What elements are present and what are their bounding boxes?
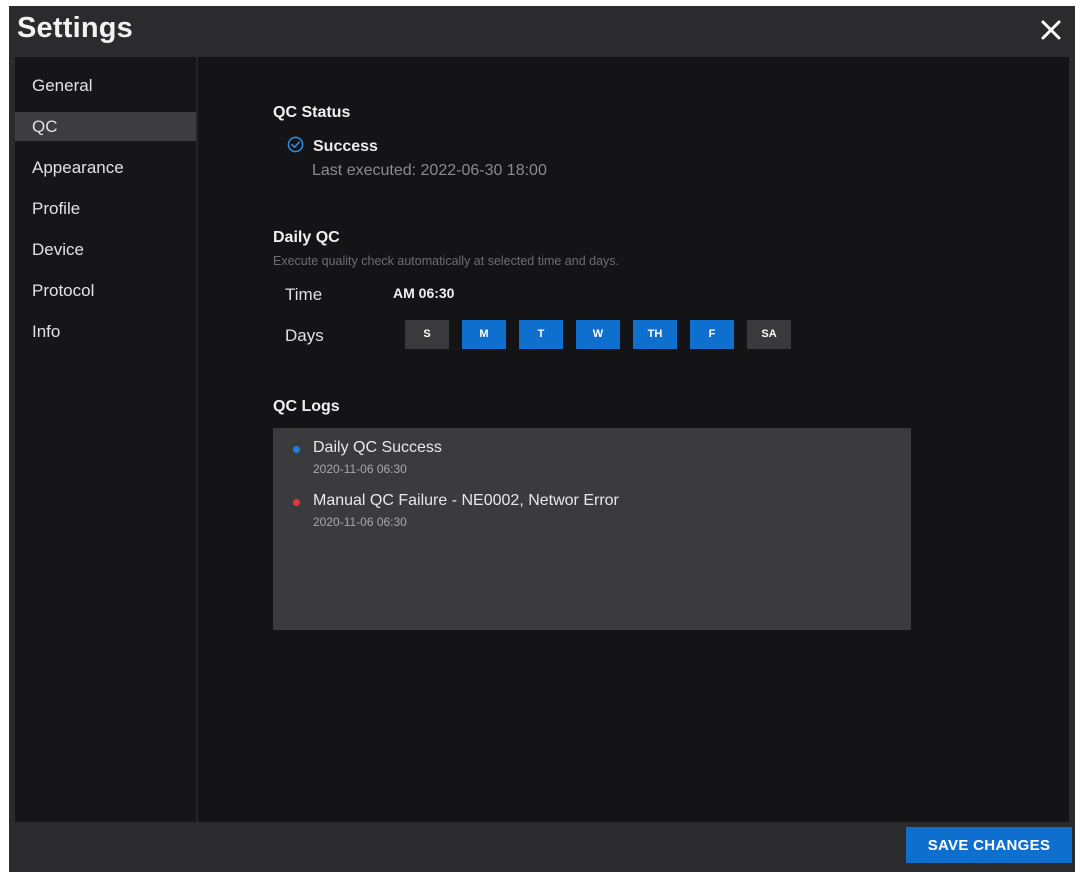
settings-dialog: Settings General QC Appearance Profile D… <box>9 6 1075 872</box>
qc-status-value: Success <box>313 138 378 155</box>
last-executed-text: Last executed: 2022-06-30 18:00 <box>312 162 547 179</box>
dialog-body: General QC Appearance Profile Device Pro… <box>15 57 1069 822</box>
day-toggle-wednesday[interactable]: W <box>576 320 620 349</box>
day-toggle-thursday[interactable]: TH <box>633 320 677 349</box>
qc-logs-heading: QC Logs <box>273 398 340 415</box>
log-message: Daily QC Success <box>313 439 442 456</box>
days-label: Days <box>285 326 324 345</box>
settings-sidebar: General QC Appearance Profile Device Pro… <box>15 57 198 822</box>
day-toggle-friday[interactable]: F <box>690 320 734 349</box>
save-changes-button[interactable]: SAVE CHANGES <box>906 827 1072 863</box>
close-icon[interactable] <box>1037 16 1065 44</box>
dialog-title: Settings <box>17 12 133 44</box>
daily-qc-hint: Execute quality check automatically at s… <box>273 254 620 268</box>
check-circle-icon <box>287 136 304 158</box>
qc-logs-list[interactable]: Daily QC Success 2020-11-06 06:30 Manual… <box>273 428 911 630</box>
daily-qc-heading: Daily QC <box>273 229 340 246</box>
sidebar-item-protocol[interactable]: Protocol <box>15 276 196 305</box>
day-toggle-saturday[interactable]: SA <box>747 320 791 349</box>
log-timestamp: 2020-11-06 06:30 <box>313 462 407 476</box>
success-dot-icon <box>293 446 300 453</box>
day-toggle-monday[interactable]: M <box>462 320 506 349</box>
sidebar-item-info[interactable]: Info <box>15 317 196 346</box>
log-message: Manual QC Failure - NE0002, Networ Error <box>313 492 619 509</box>
sidebar-item-appearance[interactable]: Appearance <box>15 153 196 182</box>
sidebar-item-device[interactable]: Device <box>15 235 196 264</box>
failure-dot-icon <box>293 499 300 506</box>
day-selector: S M T W TH F SA <box>405 320 791 349</box>
qc-settings-panel: QC Status Success Last executed: 2022-06… <box>198 57 1069 822</box>
day-toggle-sunday[interactable]: S <box>405 320 449 349</box>
sidebar-item-profile[interactable]: Profile <box>15 194 196 223</box>
log-timestamp: 2020-11-06 06:30 <box>313 515 407 529</box>
time-label: Time <box>285 285 323 304</box>
sidebar-item-qc[interactable]: QC <box>15 112 196 141</box>
qc-status-row: Success <box>287 136 378 158</box>
sidebar-item-general[interactable]: General <box>15 71 196 100</box>
qc-status-heading: QC Status <box>273 104 351 121</box>
time-value[interactable]: AM 06:30 <box>393 285 454 301</box>
day-toggle-tuesday[interactable]: T <box>519 320 563 349</box>
